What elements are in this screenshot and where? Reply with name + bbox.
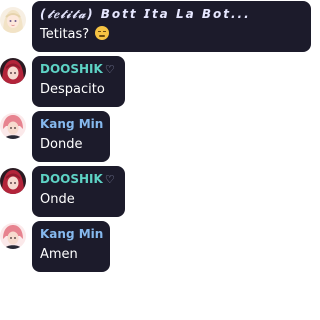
message-bubble[interactable]: Kang Min Donde (32, 111, 110, 162)
avatar[interactable] (0, 168, 26, 194)
chat-message: Kang Min Donde (0, 110, 311, 165)
message-text: Despacito (40, 82, 105, 97)
author-name[interactable]: DOOSHIK ♡ (40, 172, 117, 187)
heart-badge: ♡ (104, 173, 115, 186)
avatar[interactable] (0, 58, 26, 84)
message-text: Amen (40, 247, 78, 262)
anime-girl-avatar-icon (0, 7, 26, 33)
chat-message: Kang Min Amen (0, 220, 311, 275)
message-bubble[interactable]: DOOSHIK ♡ Despacito (32, 56, 125, 107)
red-hair-avatar-icon (0, 168, 26, 194)
message-text: Onde (40, 192, 75, 207)
author-name[interactable]: Kang Min (40, 227, 103, 242)
avatar[interactable] (0, 223, 26, 249)
red-hair-avatar-icon (0, 58, 26, 84)
chat-message: (𝓉𝑒𝓉𝒾𝓉𝒶) 𝘽𝙤𝙩𝙩 𝙄𝙩𝙖 𝙇𝙖 𝘽𝙤𝙩... Tetitas? (0, 0, 311, 55)
author-name[interactable]: Kang Min (40, 117, 103, 132)
author-name[interactable]: DOOSHIK ♡ (40, 62, 117, 77)
avatar[interactable] (0, 113, 26, 139)
message-bubble[interactable]: Kang Min Amen (32, 221, 110, 272)
message-bubble[interactable]: (𝓉𝑒𝓉𝒾𝓉𝒶) 𝘽𝙤𝙩𝙩 𝙄𝙩𝙖 𝙇𝙖 𝘽𝙤𝙩... Tetitas? (32, 1, 311, 52)
chat-message: DOOSHIK ♡ Despacito (0, 55, 311, 110)
heart-badge: ♡ (104, 63, 115, 76)
pink-hair-avatar-icon (0, 113, 26, 139)
message-text: Tetitas? (40, 26, 303, 44)
pensive-face-icon (95, 26, 110, 40)
chat-message: DOOSHIK ♡ Onde (0, 165, 311, 220)
pink-hair-avatar-icon (0, 223, 26, 249)
author-name[interactable]: (𝓉𝑒𝓉𝒾𝓉𝒶) 𝘽𝙤𝙩𝙩 𝙄𝙩𝙖 𝙇𝙖 𝘽𝙤𝙩... (40, 7, 303, 22)
message-bubble[interactable]: DOOSHIK ♡ Onde (32, 166, 125, 217)
avatar[interactable] (0, 7, 26, 33)
message-text: Donde (40, 137, 83, 152)
